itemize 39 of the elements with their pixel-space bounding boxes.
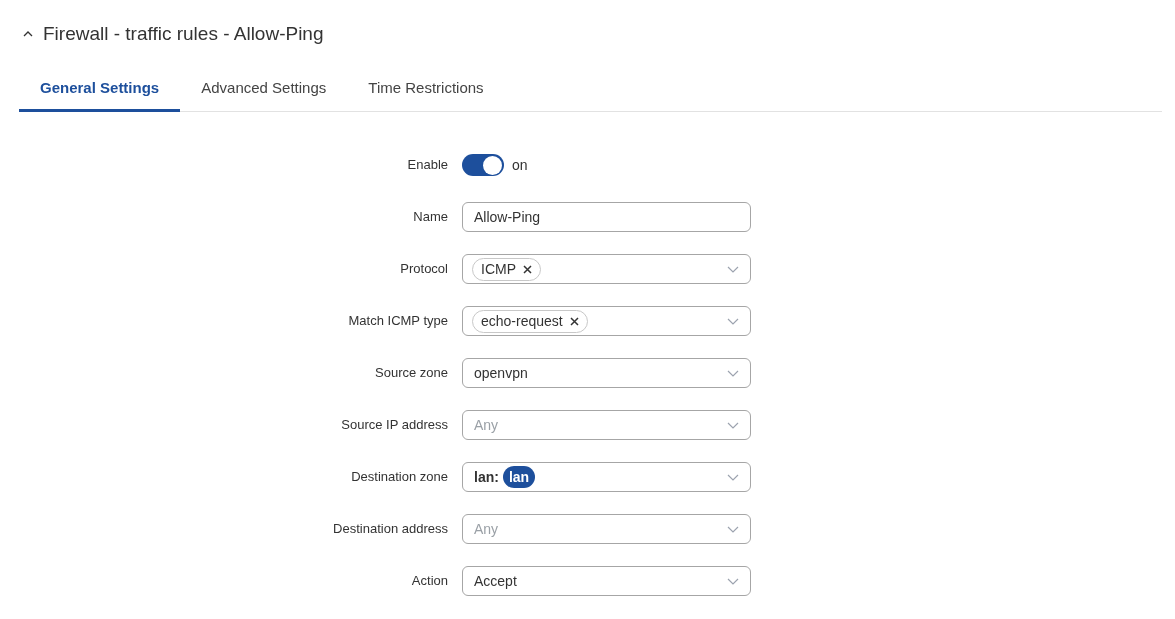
field-label: Destination address bbox=[332, 520, 449, 539]
section-title: Firewall - traffic rules - Allow-Ping bbox=[43, 21, 324, 46]
zone-prefix: lan: bbox=[474, 467, 499, 487]
field-label: Name bbox=[412, 208, 449, 227]
select-value: openvpn bbox=[474, 363, 528, 383]
zone-badge: lan bbox=[502, 466, 536, 488]
chevron-down-icon bbox=[727, 473, 739, 481]
chevron-down-icon bbox=[727, 265, 739, 273]
name-input-field[interactable]: Allow-Ping bbox=[462, 202, 751, 232]
toggle-state-text: on bbox=[512, 155, 528, 175]
close-icon[interactable] bbox=[569, 316, 579, 326]
collapse-caret-icon[interactable] bbox=[23, 31, 33, 37]
tag-label: ICMP bbox=[481, 259, 516, 279]
chevron-down-icon bbox=[727, 421, 739, 429]
select-dropdown[interactable]: Accept bbox=[462, 566, 751, 596]
field-label: Match ICMP type bbox=[347, 312, 449, 331]
tab[interactable]: General Settings bbox=[19, 68, 181, 112]
select-value: Accept bbox=[474, 571, 517, 591]
field-label: Enable bbox=[406, 156, 449, 175]
tab[interactable]: Advanced Settings bbox=[180, 68, 348, 112]
select-dropdown[interactable]: openvpn bbox=[462, 358, 751, 388]
field-label: Source zone bbox=[374, 364, 449, 383]
select-dropdown[interactable]: lan: lan bbox=[462, 462, 751, 492]
field-label: Action bbox=[410, 572, 449, 591]
chevron-down-icon bbox=[727, 317, 739, 325]
select-placeholder: Any bbox=[474, 415, 499, 435]
tab[interactable]: Time Restrictions bbox=[347, 68, 505, 112]
tag-label: echo-request bbox=[481, 311, 563, 331]
chevron-down-icon bbox=[727, 577, 739, 585]
field-label: Protocol bbox=[399, 260, 449, 279]
chevron-down-icon bbox=[727, 525, 739, 533]
chevron-down-icon bbox=[727, 369, 739, 377]
select-placeholder: Any bbox=[474, 519, 499, 539]
field-label: Source IP address bbox=[340, 416, 449, 435]
multi-select-field[interactable]: ICMP bbox=[462, 254, 751, 284]
close-icon[interactable] bbox=[523, 264, 532, 274]
toggle-switch[interactable] bbox=[462, 154, 504, 176]
multi-select-field[interactable]: echo-request bbox=[462, 306, 751, 336]
field-label: Destination zone bbox=[350, 468, 449, 487]
